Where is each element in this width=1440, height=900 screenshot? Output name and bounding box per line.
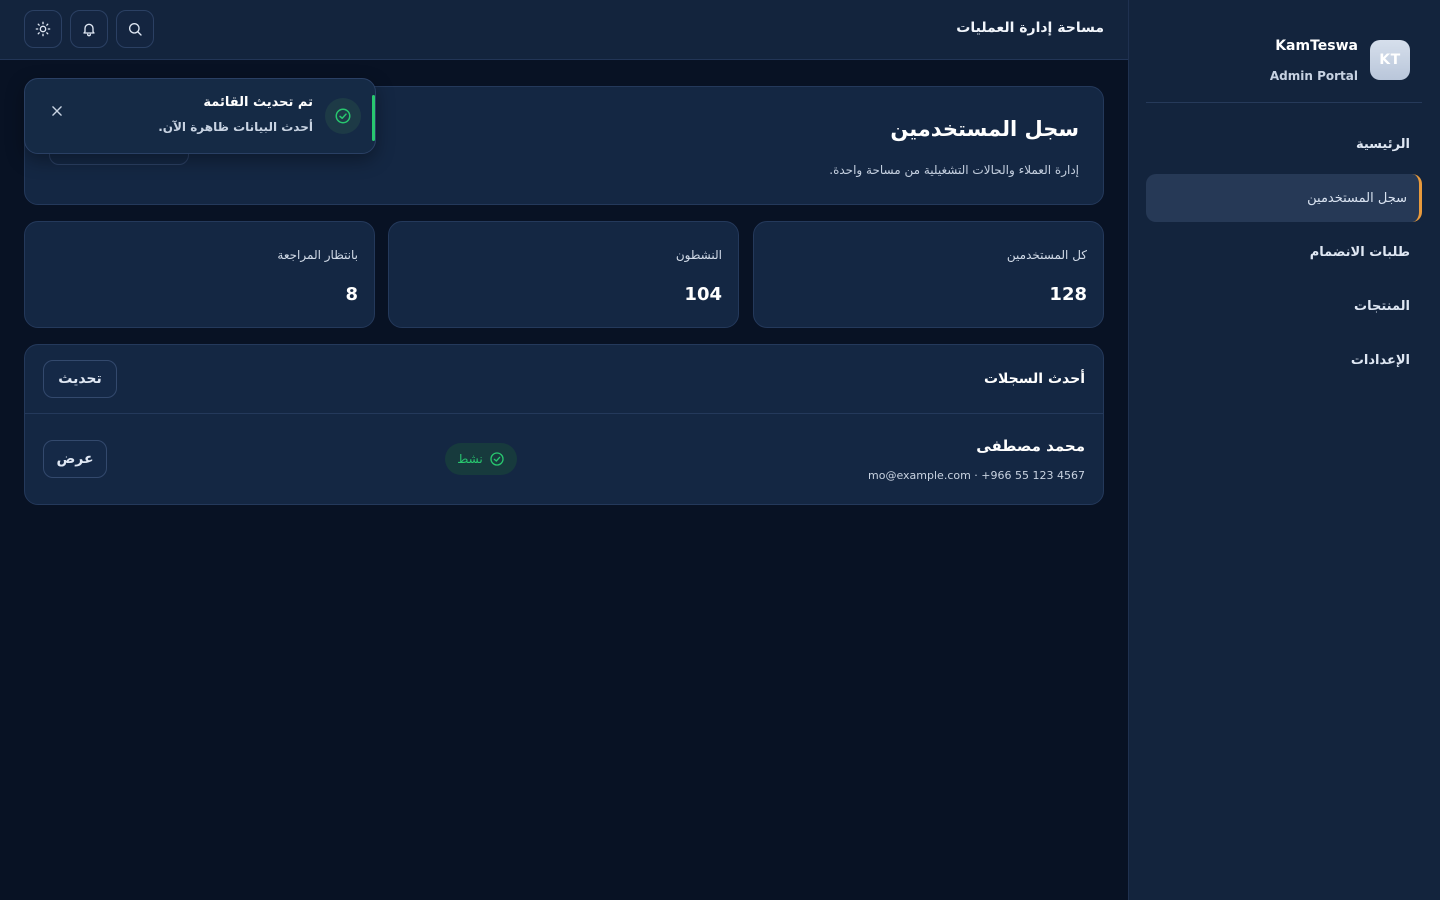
- check-circle-icon: [490, 452, 504, 466]
- toast-message: أحدث البيانات ظاهرة الآن.: [158, 120, 313, 134]
- record-name: محمد مصطفى: [976, 437, 1085, 455]
- theme-toggle-button[interactable]: [24, 10, 62, 48]
- status-badge-label: نشط: [457, 452, 483, 466]
- records-title: أحدث السجلات: [983, 371, 1085, 387]
- stat-value: 8: [345, 284, 358, 305]
- close-icon: [52, 106, 62, 116]
- toast-close-button[interactable]: [45, 99, 69, 123]
- stat-label: بانتظار المراجعة: [277, 248, 358, 262]
- view-record-button[interactable]: عرض: [43, 440, 107, 478]
- page-subtitle: إدارة العملاء والحالات التشغيلية من مساح…: [829, 163, 1079, 177]
- status-badge: نشط: [445, 443, 517, 475]
- stat-card-total-users: كل المستخدمين 128: [753, 221, 1104, 328]
- record-contact: mo@example.com · +966 55 123 4567: [868, 469, 1085, 482]
- search-icon: [129, 23, 142, 36]
- app-root: KT KamTeswa Admin Portal الرئيسية سجل ال…: [0, 0, 1440, 900]
- toast-notification: تم تحديث القائمة أحدث البيانات ظاهرة الآ…: [24, 78, 376, 154]
- stat-label: النشطون: [675, 248, 722, 262]
- stat-value: 104: [684, 284, 722, 305]
- topbar: مساحة إدارة العمليات: [0, 0, 1128, 60]
- sidebar-nav: الرئيسية سجل المستخدمين طلبات الانضمام ا…: [1146, 120, 1422, 390]
- brand: KT KamTeswa Admin Portal: [1146, 38, 1410, 84]
- sidebar-divider: [1146, 102, 1422, 103]
- notifications-button[interactable]: [70, 10, 108, 48]
- toast-status: [325, 98, 361, 134]
- sidebar-item-users[interactable]: سجل المستخدمين: [1146, 174, 1422, 222]
- stat-label: كل المستخدمين: [1006, 248, 1087, 262]
- page-title: سجل المستخدمين: [890, 117, 1079, 141]
- stat-value: 128: [1049, 284, 1087, 305]
- bell-icon: [83, 23, 95, 37]
- brand-subtitle: Admin Portal: [1269, 69, 1358, 83]
- stat-card-active-users: النشطون 104: [388, 221, 739, 328]
- sidebar-item-join-requests[interactable]: طلبات الانضمام: [1146, 228, 1422, 276]
- sidebar-item-home[interactable]: الرئيسية: [1146, 120, 1422, 168]
- brand-name: KamTeswa: [1275, 38, 1358, 54]
- brand-avatar: KT: [1370, 40, 1410, 80]
- stat-card-pending-review: بانتظار المراجعة 8: [24, 221, 375, 328]
- search-button[interactable]: [116, 10, 154, 48]
- check-circle-icon: [335, 108, 351, 124]
- refresh-button[interactable]: تحديث: [43, 360, 117, 398]
- sun-icon: [35, 21, 51, 37]
- topbar-title: مساحة إدارة العمليات: [956, 20, 1104, 36]
- toast-accent-bar: [372, 95, 375, 141]
- sidebar-item-products[interactable]: المنتجات: [1146, 282, 1422, 330]
- toast-title: تم تحديث القائمة: [203, 95, 313, 110]
- recent-records-card: أحدث السجلات تحديث محمد مصطفى mo@example…: [24, 344, 1104, 505]
- sidebar: KT KamTeswa Admin Portal الرئيسية سجل ال…: [1128, 0, 1440, 900]
- records-header: أحدث السجلات تحديث: [25, 345, 1103, 414]
- sidebar-item-settings[interactable]: الإعدادات: [1146, 336, 1422, 384]
